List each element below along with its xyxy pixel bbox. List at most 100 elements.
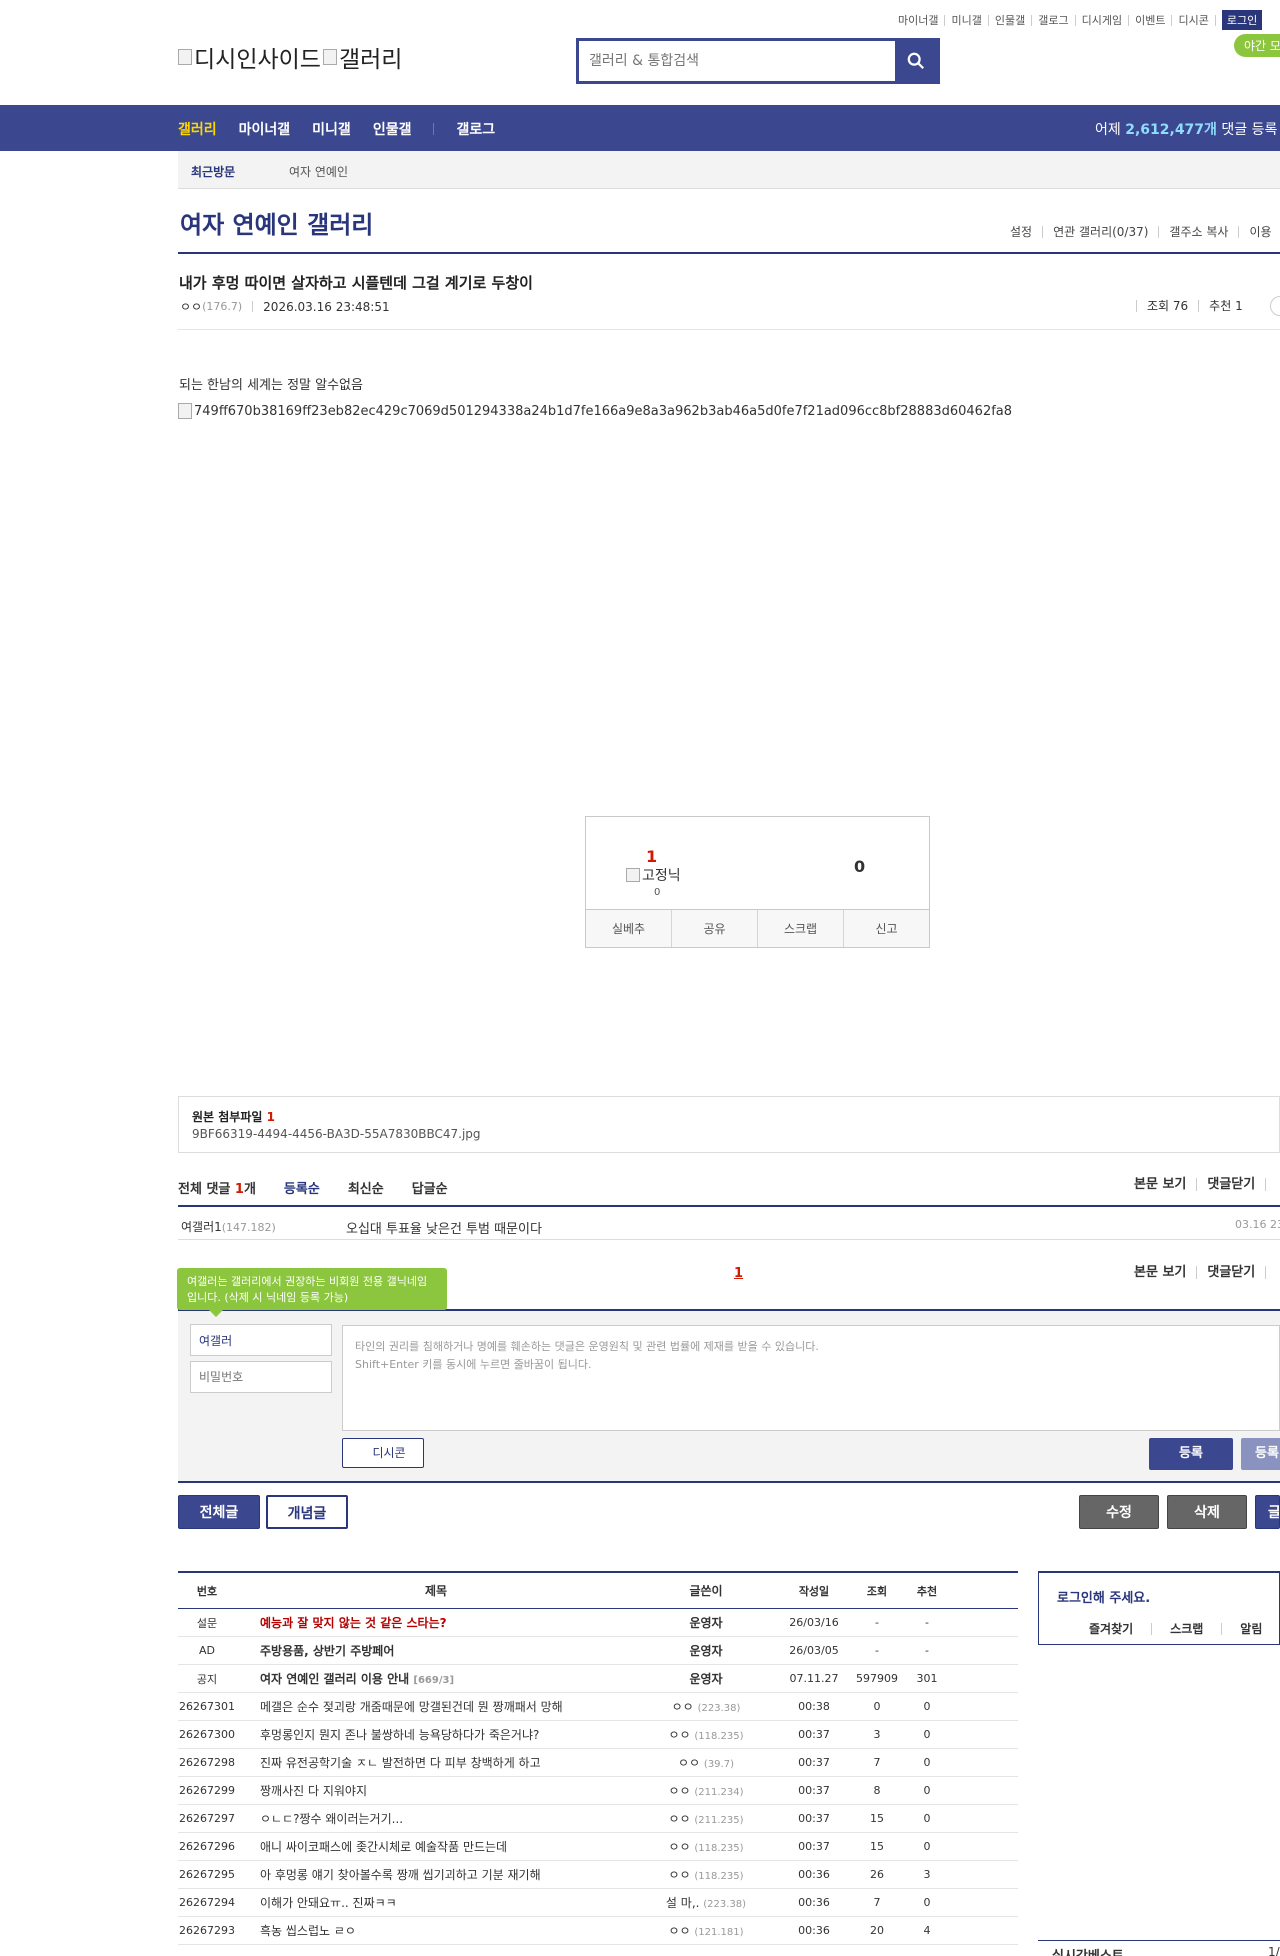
row-writer[interactable]: 운영자 bbox=[636, 1614, 776, 1631]
table-row[interactable]: 설문 예능과 잘 맞지 않는 것 같은 스타는? 운영자 26/03/16 - - bbox=[178, 1609, 1018, 1637]
related-gallery-link[interactable]: 연관 갤러리(0/37) bbox=[1042, 226, 1158, 238]
gallery-settings-link[interactable]: 설정 bbox=[1000, 226, 1042, 238]
view-post-link[interactable]: 본문 보기 bbox=[1124, 1266, 1196, 1279]
row-writer[interactable]: ㅇㅇ (118.235) bbox=[636, 1838, 776, 1855]
util-link-dccon[interactable]: 디시콘 bbox=[1172, 14, 1216, 26]
site-logo[interactable]: 디시인사이드 갤러리 bbox=[178, 40, 402, 74]
search-button[interactable] bbox=[895, 41, 937, 81]
table-row[interactable]: 26267294 이해가 안돼요ㅠ.. 진짜ㅋㅋ 설 마,. (223.38) 00… bbox=[178, 1889, 1018, 1917]
delete-button[interactable]: 삭제 bbox=[1167, 1495, 1247, 1529]
notification-link[interactable]: 알림 bbox=[1221, 1623, 1280, 1635]
row-title[interactable]: 메갤은 순수 젖괴랑 개줌때문에 망갤된건데 뭔 짱깨패서 망해 bbox=[236, 1698, 636, 1715]
post-image[interactable]: 749ff670b38169ff23eb82ec429c7069d5012943… bbox=[178, 403, 1012, 419]
night-mode-button[interactable]: 야간 모 bbox=[1234, 34, 1280, 57]
table-row[interactable]: 26267295 아 후멍롱 얘기 찾아볼수록 짱깨 씹기괴하고 기분 재기해 ㅇ… bbox=[178, 1861, 1018, 1889]
util-link-gallog[interactable]: 갤로그 bbox=[1032, 14, 1076, 26]
row-title[interactable]: 이해가 안돼요ㅠ.. 진짜ㅋㅋ bbox=[236, 1894, 636, 1911]
recent-visit-label[interactable]: 최근방문 bbox=[191, 163, 235, 180]
table-row[interactable]: 26267300 후멍롱인지 뭔지 존나 불쌍하네 능욕당하다가 죽은거냐? ㅇㅇ… bbox=[178, 1721, 1018, 1749]
row-writer[interactable]: ㅇㅇ (223.38) bbox=[636, 1698, 776, 1715]
util-link-minor[interactable]: 마이너갤 bbox=[892, 14, 946, 26]
sort-replies[interactable]: 답글순 bbox=[412, 1178, 448, 1197]
table-row[interactable]: 26267293 흑농 씹스럽노 ㄹㅇ ㅇㅇ (121.181) 00:36 20 4 bbox=[178, 1917, 1018, 1945]
row-writer[interactable]: ㅇㅇ (211.235) bbox=[636, 1810, 776, 1827]
all-posts-button[interactable]: 전체글 bbox=[178, 1495, 260, 1529]
login-button[interactable]: 로그인 bbox=[1221, 10, 1263, 30]
more-circle-icon[interactable] bbox=[1270, 296, 1280, 316]
nav-person[interactable]: 인물갤 bbox=[373, 119, 412, 139]
scrap-button[interactable]: 스크랩 bbox=[757, 910, 843, 947]
util-link-person[interactable]: 인물갤 bbox=[989, 14, 1033, 26]
row-writer[interactable]: ㅇㅇ (39.7) bbox=[636, 1754, 776, 1771]
realtime-best-title: 실시간베스트 bbox=[1052, 1945, 1124, 1956]
row-title[interactable]: 여자 연예인 갤러리 이용 안내 [669/3] bbox=[236, 1670, 636, 1687]
nav-mini[interactable]: 미니갤 bbox=[312, 119, 351, 139]
nav-gallery[interactable]: 갤러리 bbox=[178, 119, 217, 139]
row-views: 26 bbox=[870, 1868, 884, 1881]
row-title[interactable]: 아 후멍롱 얘기 찾아볼수록 짱깨 씹기괴하고 기분 재기해 bbox=[236, 1866, 636, 1883]
row-num: 26267301 bbox=[179, 1700, 235, 1713]
row-writer[interactable]: ㅇㅇ (118.235) bbox=[636, 1866, 776, 1883]
comment-page-link[interactable]: 1 bbox=[734, 1266, 743, 1281]
attachment-file[interactable]: 9BF66319-4494-4456-BA3D-55A7830BBC47.jpg bbox=[192, 1127, 481, 1141]
row-writer[interactable]: 설 마,. (223.38) bbox=[636, 1894, 776, 1911]
view-post-link[interactable]: 본문 보기 bbox=[1124, 1178, 1196, 1191]
row-title[interactable]: 예능과 잘 맞지 않는 것 같은 스타는? bbox=[236, 1614, 636, 1631]
dccon-button[interactable]: 디시콘 bbox=[342, 1438, 424, 1468]
row-title[interactable]: 후멍롱인지 뭔지 존나 불쌍하네 능욕당하다가 죽은거냐? bbox=[236, 1726, 636, 1743]
row-writer[interactable]: ㅇㅇ (121.181) bbox=[636, 1922, 776, 1939]
post-author[interactable]: ㅇㅇ bbox=[180, 298, 202, 315]
post-body-text: 되는 한남의 세계는 정말 알수없음 bbox=[179, 378, 363, 393]
sort-latest[interactable]: 최신순 bbox=[348, 1178, 384, 1197]
util-link-mini[interactable]: 미니갤 bbox=[945, 14, 989, 26]
nav-minor[interactable]: 마이너갤 bbox=[239, 119, 291, 139]
row-title[interactable]: ㅇㄴㄷ?짱수 왜이러는거기... bbox=[236, 1810, 636, 1827]
recent-visit-item[interactable]: 여자 연예인 bbox=[289, 163, 348, 180]
comment-textarea[interactable]: 타인의 권리를 침해하거나 명예를 훼손하는 댓글은 운영원칙 및 관련 법률에… bbox=[342, 1325, 1280, 1431]
write-button[interactable]: 글 bbox=[1255, 1495, 1280, 1529]
util-link-game[interactable]: 디시게임 bbox=[1076, 14, 1130, 26]
gallery-title[interactable]: 여자 연예인 갤러리 bbox=[180, 205, 373, 240]
util-link-event[interactable]: 이벤트 bbox=[1129, 14, 1173, 26]
close-comments-link[interactable]: 댓글닫기 bbox=[1196, 1266, 1265, 1279]
comment-submit-alt-button[interactable]: 등록 bbox=[1241, 1438, 1280, 1470]
table-row[interactable]: 26267297 ㅇㄴㄷ?짱수 왜이러는거기... ㅇㅇ (211.235) 00:… bbox=[178, 1805, 1018, 1833]
table-row[interactable]: 26267298 진짜 유전공학기술 ㅈㄴ 발전하면 다 피부 창백하게 하고 ㅇ… bbox=[178, 1749, 1018, 1777]
edit-button[interactable]: 수정 bbox=[1079, 1495, 1159, 1529]
row-writer[interactable]: ㅇㅇ (118.235) bbox=[636, 1726, 776, 1743]
table-row[interactable]: 26267301 메갤은 순수 젖괴랑 개줌때문에 망갤된건데 뭔 짱깨패서 망해… bbox=[178, 1693, 1018, 1721]
row-writer[interactable]: 운영자 bbox=[636, 1670, 776, 1687]
table-row[interactable]: 26267296 애니 싸이코패스에 좆간시체로 예술작품 만드는데 ㅇㅇ (11… bbox=[178, 1833, 1018, 1861]
favorites-link[interactable]: 즐겨찾기 bbox=[1089, 1623, 1151, 1635]
row-title[interactable]: 주방용품, 상반기 주방페어 bbox=[236, 1642, 636, 1659]
row-title[interactable]: 진짜 유전공학기술 ㅈㄴ 발전하면 다 피부 창백하게 하고 bbox=[236, 1754, 636, 1771]
best-recommend-button[interactable]: 실베추 bbox=[586, 910, 671, 947]
password-field[interactable] bbox=[190, 1361, 332, 1393]
comment-nick[interactable]: 여갤러1(147.182) bbox=[181, 1218, 276, 1235]
row-title[interactable]: 흑농 씹스럽노 ㄹㅇ bbox=[236, 1922, 636, 1939]
report-button[interactable]: 신고 bbox=[843, 910, 929, 947]
row-num: AD bbox=[199, 1644, 215, 1657]
search-input[interactable] bbox=[579, 41, 895, 81]
row-writer[interactable]: 운영자 bbox=[636, 1642, 776, 1659]
concept-posts-button[interactable]: 개념글 bbox=[266, 1495, 348, 1529]
row-title[interactable]: 짱깨사진 다 지워야지 bbox=[236, 1782, 636, 1799]
copy-url-link[interactable]: 갤주소 복사 bbox=[1158, 226, 1238, 238]
comment-submit-button[interactable]: 등록 bbox=[1149, 1438, 1233, 1470]
nickname-field[interactable] bbox=[190, 1324, 332, 1356]
row-writer[interactable]: ㅇㅇ (211.234) bbox=[636, 1782, 776, 1799]
share-button[interactable]: 공유 bbox=[671, 910, 757, 947]
sort-registered[interactable]: 등록순 bbox=[284, 1178, 320, 1197]
usage-link[interactable]: 이용 bbox=[1238, 226, 1280, 238]
row-writer-ip: (39.7) bbox=[703, 1759, 734, 1770]
table-row[interactable]: 26267299 짱깨사진 다 지워야지 ㅇㅇ (211.234) 00:37 8 0 bbox=[178, 1777, 1018, 1805]
close-comments-link[interactable]: 댓글닫기 bbox=[1196, 1178, 1265, 1191]
table-row[interactable]: AD 주방용품, 상반기 주방페어 운영자 26/03/05 - - bbox=[178, 1637, 1018, 1665]
row-reco: 301 bbox=[916, 1672, 938, 1685]
scrap-link[interactable]: 스크랩 bbox=[1151, 1623, 1221, 1635]
table-row[interactable]: 공지 여자 연예인 갤러리 이용 안내 [669/3] 운영자 07.11.27 59… bbox=[178, 1665, 1018, 1693]
row-date: 26/03/05 bbox=[789, 1644, 839, 1657]
login-prompt[interactable]: 로그인해 주세요. bbox=[1057, 1587, 1150, 1606]
nav-gallog[interactable]: 갤로그 bbox=[456, 119, 495, 139]
row-title[interactable]: 애니 싸이코패스에 좆간시체로 예술작품 만드는데 bbox=[236, 1838, 636, 1855]
